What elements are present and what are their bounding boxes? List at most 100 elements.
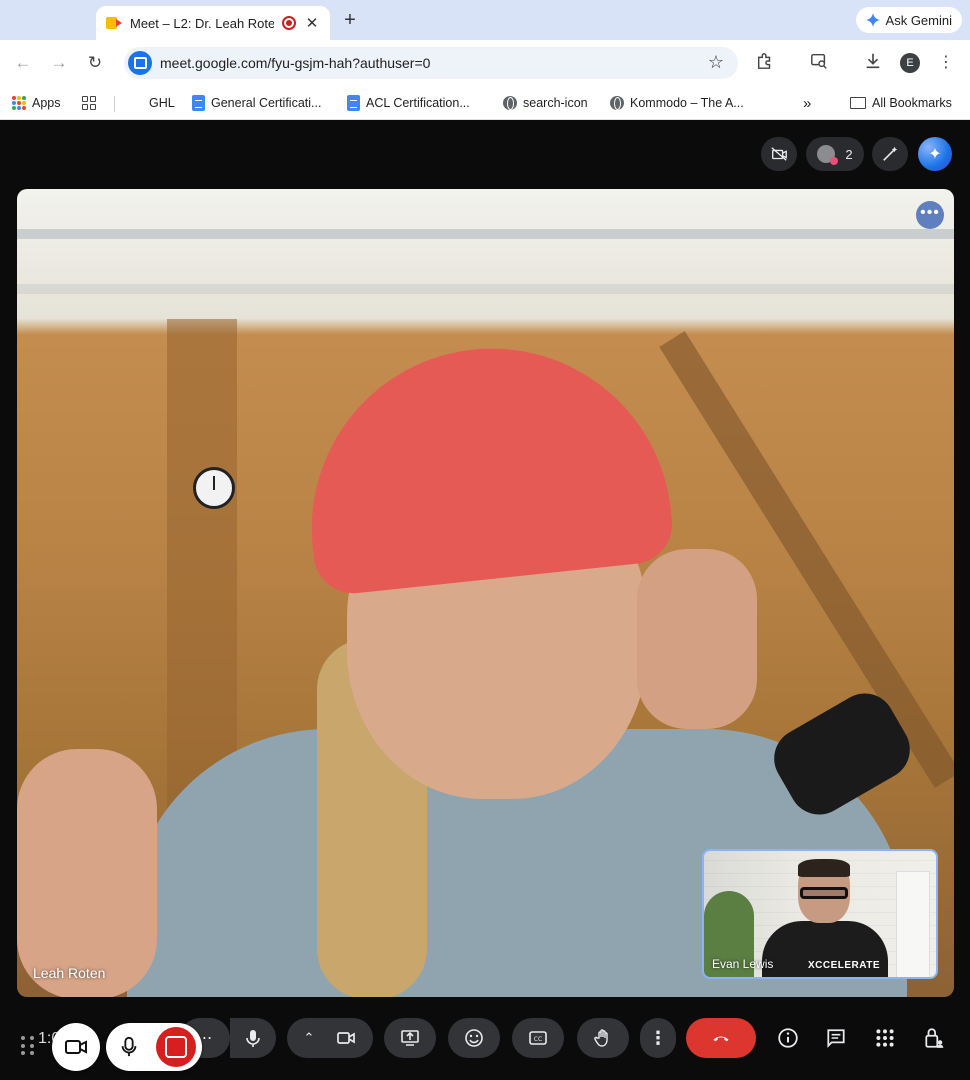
info-icon	[778, 1028, 798, 1048]
bookmark-grid[interactable]	[82, 93, 96, 113]
doc-icon	[347, 95, 360, 111]
reload-icon[interactable]: ↻	[84, 52, 106, 74]
address-bar[interactable]: meet.google.com/fyu-gsjm-hah?authuser=0 …	[124, 47, 738, 79]
bookmark-label: All Bookmarks	[872, 96, 952, 110]
globe-icon	[503, 96, 517, 110]
participant-count: 2	[845, 146, 853, 162]
chat-icon	[827, 1029, 845, 1048]
present-screen-icon	[401, 1030, 419, 1046]
downloads-icon[interactable]	[862, 52, 884, 74]
self-view-tile[interactable]: Evan Lewis XCCELERATE	[702, 849, 938, 979]
url-text[interactable]: meet.google.com/fyu-gsjm-hah?authuser=0	[160, 55, 430, 71]
bookmark-apps[interactable]: Apps	[12, 93, 61, 113]
self-hair	[798, 859, 850, 877]
raise-hand-button[interactable]	[577, 1018, 629, 1058]
camera-icon	[337, 1032, 356, 1044]
forward-arrow-icon[interactable]: →	[48, 52, 70, 74]
back-arrow-icon[interactable]: ←	[12, 52, 34, 74]
emoji-icon	[465, 1029, 483, 1047]
activities-button[interactable]	[865, 1018, 905, 1058]
captions-button[interactable]: CC	[512, 1018, 564, 1058]
folder-icon	[850, 97, 866, 109]
grid-icon	[82, 96, 96, 110]
raise-hand-icon	[594, 1029, 608, 1047]
camera-off-indicator-icon[interactable]	[761, 137, 797, 171]
stop-icon	[165, 1036, 187, 1058]
gemini-icon[interactable]: ✦	[918, 137, 952, 171]
visual-effects-icon[interactable]	[872, 137, 908, 171]
bookmarks-bar: Apps GHL General Certificati... ACL Cert…	[0, 86, 970, 120]
wall-clock	[193, 467, 235, 509]
stop-recording-button[interactable]	[156, 1027, 196, 1067]
microphone-icon	[246, 1030, 260, 1047]
participant-hat	[293, 330, 677, 598]
microphone-button[interactable]	[230, 1018, 276, 1058]
host-controls-button[interactable]	[914, 1018, 954, 1058]
ceiling-pipe	[17, 229, 954, 239]
meet-favicon-icon	[106, 16, 122, 30]
end-call-icon	[713, 1036, 729, 1042]
bookmark-ghl[interactable]: GHL	[149, 93, 175, 113]
bookmark-kommodo[interactable]: Kommodo – The A...	[610, 93, 744, 113]
tab-meet[interactable]: Meet – L2: Dr. Leah Roten ✕	[96, 6, 330, 40]
microphone-icon[interactable]	[118, 1036, 140, 1058]
chat-button[interactable]	[816, 1018, 856, 1058]
bookmark-label: »	[803, 94, 812, 112]
bookmark-label: GHL	[149, 96, 175, 110]
bookmark-acl-certification[interactable]: ACL Certification...	[347, 93, 470, 113]
chevron-up-icon[interactable]: ⌃	[304, 1030, 315, 1046]
more-options-button[interactable]: ⋮	[640, 1018, 676, 1058]
bookmark-general-certification[interactable]: General Certificati...	[192, 93, 321, 113]
apps-grid-icon	[12, 96, 26, 110]
profile-avatar[interactable]: E	[900, 53, 920, 73]
meet-stage: 2 ✦ ••• Leah Roten Evan Lewis XCCELERATE…	[0, 121, 970, 1080]
self-glasses	[800, 887, 848, 899]
lock-person-icon	[925, 1028, 944, 1048]
participant-hand	[637, 549, 757, 729]
svg-text:CC: CC	[534, 1036, 542, 1043]
doc-icon	[192, 95, 205, 111]
participant-avatar-icon	[817, 145, 839, 165]
bookmarks-overflow-button[interactable]: »	[803, 93, 811, 113]
site-info-icon[interactable]	[128, 51, 152, 75]
chrome-menu-icon[interactable]: ⋮	[935, 52, 957, 74]
main-participant-name: Leah Roten	[33, 965, 106, 981]
extensions-icon[interactable]	[754, 52, 776, 74]
bookmark-label: Kommodo – The A...	[630, 96, 744, 110]
recorder-camera-button[interactable]	[52, 1023, 100, 1071]
bookmark-label: search-icon	[523, 96, 588, 110]
browser-toolbar: ← → ↻ meet.google.com/fyu-gsjm-hah?authu…	[0, 40, 970, 86]
participants-button[interactable]: 2	[806, 137, 864, 171]
bookmark-star-icon[interactable]: ☆	[708, 52, 724, 73]
vertical-dots-icon: ⋮	[649, 1027, 667, 1048]
meeting-info-button[interactable]	[768, 1018, 808, 1058]
leave-call-button[interactable]	[686, 1018, 756, 1058]
tile-more-options-icon[interactable]: •••	[916, 201, 944, 229]
tab-search-icon[interactable]	[808, 52, 830, 74]
ask-gemini-button[interactable]: Ask Gemini	[855, 7, 962, 33]
bookmark-label: General Certificati...	[211, 96, 322, 110]
new-tab-button[interactable]: +	[340, 9, 360, 31]
reactions-button[interactable]	[448, 1018, 500, 1058]
participant-hand	[17, 749, 157, 997]
captions-icon: CC	[529, 1031, 547, 1045]
tab-title: Meet – L2: Dr. Leah Roten	[130, 15, 274, 31]
self-participant-name: Evan Lewis	[712, 957, 774, 971]
recorder-controls	[106, 1023, 202, 1071]
ask-gemini-label: Ask Gemini	[885, 12, 952, 28]
gemini-star-icon	[865, 13, 880, 27]
bookmark-search[interactable]: search-icon	[503, 93, 588, 113]
present-screen-button[interactable]	[384, 1018, 436, 1058]
recorder-widget[interactable]: 1:08	[18, 1023, 208, 1071]
bookmark-separator	[114, 96, 115, 112]
recording-indicator-icon	[282, 16, 296, 30]
background-shelf	[896, 871, 930, 977]
globe-icon	[610, 96, 624, 110]
tab-bar: Meet – L2: Dr. Leah Roten ✕ + Ask Gemini	[0, 0, 970, 40]
close-tab-icon[interactable]: ✕	[304, 14, 320, 32]
drag-handle-icon[interactable]	[18, 1033, 38, 1059]
bookmark-all-bookmarks[interactable]: All Bookmarks	[850, 93, 952, 113]
bookmark-label: ACL Certification...	[366, 96, 470, 110]
camera-button[interactable]: ⌃	[287, 1018, 373, 1058]
ceiling-pipe	[17, 284, 954, 294]
